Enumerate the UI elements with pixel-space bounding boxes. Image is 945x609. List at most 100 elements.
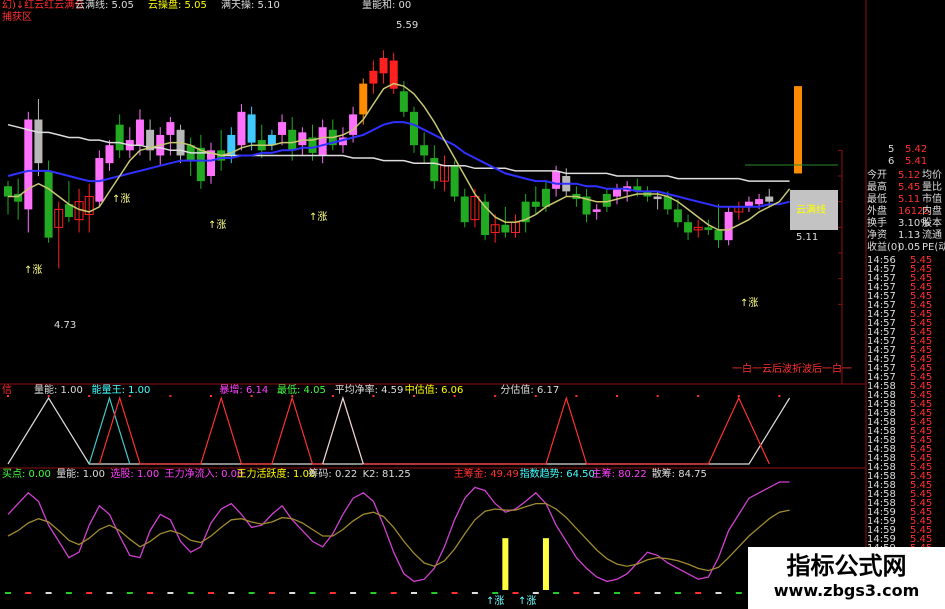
stat-unit: 股本 <box>922 218 942 229</box>
promo-caption: 一白一云后波折波后一白一 <box>732 364 852 375</box>
volume-dash <box>289 592 296 594</box>
moving-average-line <box>7 123 790 182</box>
volume-dash <box>512 592 519 594</box>
volume-dash <box>471 592 478 594</box>
stat-value: 5.11 <box>898 194 921 205</box>
stat-label: 净资 <box>867 230 887 241</box>
volume-dash <box>106 592 113 594</box>
indicator-subtitle: 捕获区 <box>2 12 32 23</box>
candle-body <box>298 132 307 146</box>
volume-dash <box>695 592 702 594</box>
candle-body <box>318 127 327 156</box>
candle-body <box>4 186 12 197</box>
watermark-logo: 指标公式网 www.zbgs3.com <box>748 547 945 609</box>
candle-body <box>379 57 388 74</box>
header-item: 幻)↓红云红云满仓 <box>2 0 85 11</box>
candle-body <box>359 83 368 115</box>
stat-value: 5.45 <box>898 182 921 193</box>
volume-dash <box>674 592 681 594</box>
candle-body <box>450 165 459 197</box>
buy-signal-label: ↑涨 <box>518 596 537 607</box>
signal-dot <box>778 395 781 397</box>
panel3-legend-item: 王力净流入: 0.00 <box>164 469 244 480</box>
oscillator-line <box>7 502 790 572</box>
buy-signal-label: ↑涨 <box>486 596 505 607</box>
candle-body <box>369 70 378 84</box>
candle-body <box>541 188 550 207</box>
volume-dash <box>268 592 275 594</box>
candle-body <box>765 196 774 202</box>
volume-dash <box>45 592 52 594</box>
panel3-legend-item: 主筹: 80.22 <box>591 469 647 480</box>
volume-dash <box>715 592 722 594</box>
panel3-legend-item: 量能: 1.00 <box>56 469 106 480</box>
panel2-legend-item: 量能: 1.00 <box>34 385 83 396</box>
buy-signal-label: ↑涨 <box>309 212 328 223</box>
stat-label: 最低 <box>867 194 887 205</box>
stat-unit: 内盘 <box>922 206 942 217</box>
yunman-line-label: 云满线 <box>796 205 826 216</box>
stat-label: 收益(0) <box>867 242 902 253</box>
candle-body <box>34 119 43 164</box>
volume-dash <box>735 592 742 594</box>
volume-dash <box>553 592 560 594</box>
panel3-legend-item: 选股: 1.00 <box>110 469 160 480</box>
order-book-index: 5 <box>888 144 895 155</box>
panel3-legend-item: 王力活跃度: 1.00 <box>236 469 316 480</box>
panel3-legend-item: 主筹金: 49.49 <box>453 469 519 480</box>
panel2-legend-item: 暴增: 6.14 <box>219 385 269 396</box>
order-book-index: 6 <box>888 156 895 167</box>
signal-dot <box>697 395 700 397</box>
candle-body <box>714 229 723 241</box>
candle-body <box>592 209 601 212</box>
signal-dot <box>656 395 659 397</box>
candle-body <box>288 129 297 151</box>
watermark-title: 指标公式网 <box>786 552 907 580</box>
candle-body <box>135 119 144 146</box>
close-price-label: 5.11 <box>796 232 819 243</box>
candle-body <box>531 201 540 207</box>
panel2-legend-item: 能量王: 1.00 <box>91 385 151 396</box>
stat-value: 5.12 <box>898 170 921 181</box>
candle-body <box>684 222 693 233</box>
buy-signal-label: ↑涨 <box>24 265 43 276</box>
volume-dash <box>451 592 458 594</box>
header-item: 满天操: 5.10 <box>221 0 280 11</box>
high-price-label: 5.59 <box>396 20 419 31</box>
volume-dash <box>147 592 154 594</box>
signal-dot <box>331 395 334 397</box>
candle-body <box>724 211 733 241</box>
signal-line <box>98 395 770 465</box>
candle-body <box>552 170 561 189</box>
volume-dash <box>492 592 499 594</box>
stat-label: 今开 <box>867 170 887 181</box>
panel2-legend-item: 分估值: 6.17 <box>500 385 560 396</box>
candle-body <box>460 196 469 223</box>
candle-body <box>673 209 682 223</box>
moving-average-line <box>8 82 791 231</box>
signal-bar <box>542 538 549 590</box>
volume-dash <box>614 592 620 594</box>
candle-body <box>410 111 418 146</box>
candle-body <box>105 145 114 164</box>
signal-dot <box>210 395 212 397</box>
signal-dot <box>169 395 172 397</box>
candle-body <box>267 134 276 146</box>
volume-dash <box>126 592 133 594</box>
volume-dash <box>411 592 417 594</box>
volume-dash <box>65 592 72 594</box>
volume-dash <box>654 592 661 594</box>
volume-dash <box>634 592 641 594</box>
oscillator-line <box>7 481 790 583</box>
volume-dash <box>370 592 377 594</box>
volume-dash <box>167 592 174 594</box>
panel3-legend-item: 散筹: 84.75 <box>651 469 707 480</box>
candle-body <box>44 170 53 238</box>
candle-body <box>794 86 802 174</box>
low-price-label: 4.73 <box>54 320 77 331</box>
volume-dash <box>208 592 214 594</box>
signal-dot <box>88 395 91 397</box>
signal-line <box>7 396 791 465</box>
buy-signal-label: ↑涨 <box>112 194 131 205</box>
candle-body <box>247 114 256 143</box>
